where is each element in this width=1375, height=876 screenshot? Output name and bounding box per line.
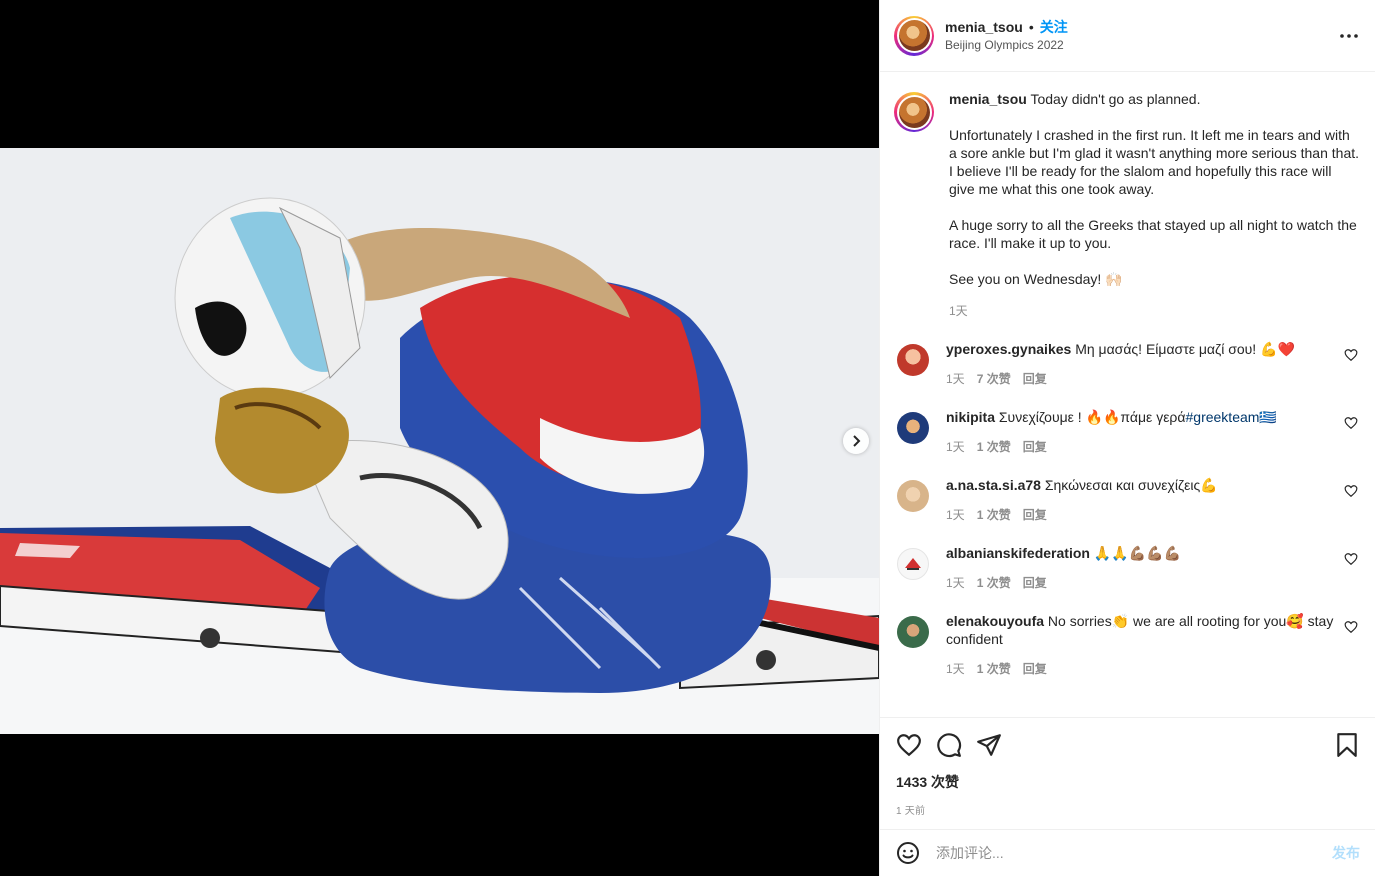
post-location[interactable]: Beijing Olympics 2022 (945, 36, 1068, 54)
emoji-icon[interactable] (896, 841, 920, 865)
post-caption: menia_tsou Today didn't go as planned. U… (894, 90, 1360, 320)
chevron-right-icon (853, 435, 861, 447)
comment-username[interactable]: yperoxes.gynaikes (946, 341, 1071, 357)
like-comment-heart-icon[interactable] (1344, 620, 1358, 634)
skier-illustration (0, 148, 879, 734)
add-comment-bar: 发布 (880, 829, 1375, 876)
post-actions: 1433 次赞 1 天前 (880, 717, 1375, 829)
reply-button[interactable]: 回复 (1023, 438, 1047, 456)
comment-age: 1天 (946, 576, 965, 590)
author-username[interactable]: menia_tsou (945, 18, 1023, 36)
media-viewer (0, 0, 879, 876)
comment-text: Συνεχίζουμε ! 🔥🔥πάμε γερά (998, 409, 1186, 425)
post-time: 1 天前 (896, 806, 926, 817)
author-avatar[interactable] (894, 15, 934, 56)
more-icon (1340, 34, 1358, 38)
comment-age: 1天 (946, 508, 965, 522)
comment-icon[interactable] (936, 732, 962, 758)
comment-username[interactable]: elenakouyoufa (946, 613, 1044, 629)
caption-text-1: Today didn't go as planned. (1030, 91, 1201, 107)
reply-button[interactable]: 回复 (1023, 574, 1047, 592)
comment-age: 1天 (946, 440, 965, 454)
caption-text-2: Unfortunately I crashed in the first run… (949, 127, 1360, 197)
reply-button[interactable]: 回复 (1023, 370, 1047, 388)
post-header: menia_tsou • 关注 Beijing Olympics 2022 (880, 0, 1375, 72)
post-panel: menia_tsou • 关注 Beijing Olympics 2022 me… (879, 0, 1375, 876)
next-image-button[interactable] (843, 428, 869, 454)
comment-item: yperoxes.gynaikes Μη μασάς! Είμαστε μαζί… (894, 340, 1360, 388)
caption-avatar[interactable] (894, 92, 934, 132)
caption-text-3: A huge sorry to all the Greeks that stay… (949, 217, 1357, 251)
more-options-button[interactable] (1337, 26, 1361, 46)
comment-item: albanianskifederation 🙏🙏💪🏽💪🏽💪🏽 1天 1 次赞 回复 (894, 544, 1360, 592)
comment-text: Σηκώνεσαι και συνεχίζεις💪 (1044, 477, 1218, 493)
like-comment-heart-icon[interactable] (1344, 348, 1358, 362)
separator-dot: • (1028, 18, 1034, 35)
comment-age: 1天 (946, 662, 965, 676)
commenter-avatar[interactable] (897, 548, 929, 580)
share-icon[interactable] (976, 732, 1002, 758)
like-count[interactable]: 1433 次赞 (896, 772, 1360, 792)
comment-username[interactable]: a.na.sta.si.a78 (946, 477, 1041, 493)
caption-text-4: See you on Wednesday! 🙌🏻 (949, 271, 1123, 287)
commenter-avatar[interactable] (897, 480, 929, 512)
caption-age: 1天 (949, 304, 968, 318)
caption-username[interactable]: menia_tsou (949, 91, 1027, 107)
asf-logo-icon (905, 558, 921, 570)
like-comment-heart-icon[interactable] (1344, 416, 1358, 430)
comment-likes[interactable]: 1 次赞 (977, 660, 1011, 678)
comment-likes[interactable]: 1 次赞 (977, 438, 1011, 456)
comments-list[interactable]: menia_tsou Today didn't go as planned. U… (880, 72, 1375, 717)
comment-username[interactable]: albanianskifederation (946, 545, 1090, 561)
commenter-avatar[interactable] (897, 412, 929, 444)
post-photo (0, 148, 879, 734)
comment-likes[interactable]: 1 次赞 (977, 574, 1011, 592)
comment-item: elenakouyoufa No sorries👏 we are all roo… (894, 612, 1360, 678)
follow-button[interactable]: 关注 (1040, 18, 1068, 36)
like-comment-heart-icon[interactable] (1344, 552, 1358, 566)
comment-age: 1天 (946, 372, 965, 386)
comment-item: nikipita Συνεχίζουμε ! 🔥🔥πάμε γερά#greek… (894, 408, 1360, 456)
comment-hashtag[interactable]: #greekteam🇬🇷 (1186, 409, 1277, 425)
heart-icon[interactable] (896, 732, 922, 758)
bookmark-icon[interactable] (1334, 732, 1360, 758)
post-comment-button[interactable]: 发布 (1332, 843, 1360, 863)
like-comment-heart-icon[interactable] (1344, 484, 1358, 498)
commenter-avatar[interactable] (897, 344, 929, 376)
comment-item: a.na.sta.si.a78 Σηκώνεσαι και συνεχίζεις… (894, 476, 1360, 524)
commenter-avatar[interactable] (897, 616, 929, 648)
comment-likes[interactable]: 7 次赞 (977, 370, 1011, 388)
reply-button[interactable]: 回复 (1023, 506, 1047, 524)
reply-button[interactable]: 回复 (1023, 660, 1047, 678)
comment-text: 🙏🙏💪🏽💪🏽💪🏽 (1093, 545, 1181, 561)
comment-text: Μη μασάς! Είμαστε μαζί σου! 💪❤️ (1075, 341, 1295, 357)
comment-likes[interactable]: 1 次赞 (977, 506, 1011, 524)
comment-input[interactable] (936, 845, 1316, 861)
comment-username[interactable]: nikipita (946, 409, 995, 425)
